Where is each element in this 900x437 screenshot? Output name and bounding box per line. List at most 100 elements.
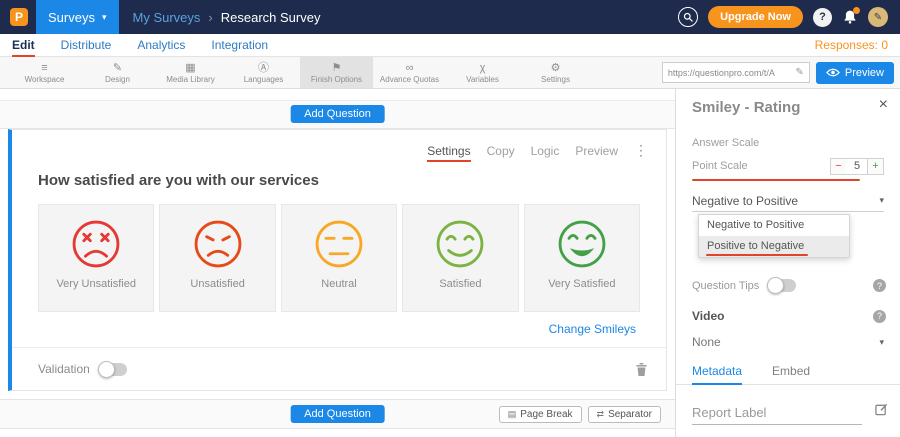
upgrade-now-button[interactable]: Upgrade Now — [708, 6, 803, 28]
change-smileys-link[interactable]: Change Smileys — [549, 322, 636, 336]
delete-question-button[interactable] — [635, 362, 648, 377]
scale-direction-selected: Negative to Positive — [692, 194, 798, 208]
video-help-icon[interactable]: ? — [873, 310, 886, 323]
canvas-divider — [0, 89, 675, 101]
point-scale-label: Point Scale — [692, 160, 748, 172]
edit-url-icon[interactable]: ✎ — [795, 67, 803, 78]
scale-direction-select[interactable]: Negative to Positive ▾ — [692, 190, 884, 212]
trash-icon — [635, 362, 648, 377]
edit-report-label-button[interactable] — [875, 403, 888, 416]
increase-scale-button[interactable]: + — [867, 158, 884, 175]
question-settings-panel: Smiley - Rating × Answer Scale Point Sca… — [676, 89, 900, 437]
search-button[interactable] — [678, 7, 698, 27]
toolbar-item-settings[interactable]: ⚙ Settings — [519, 57, 592, 88]
add-question-row-top: Add Question — [0, 101, 675, 129]
variables-icon: χ — [480, 62, 486, 74]
validation-toggle[interactable] — [100, 363, 127, 376]
tab-distribute[interactable]: Distribute — [61, 38, 112, 52]
video-select[interactable]: None ▾ — [692, 335, 884, 349]
option-positive-to-negative-label: Positive to Negative — [707, 240, 804, 252]
panel-tabs: Metadata Embed — [676, 361, 900, 385]
gear-icon: ⚙ — [551, 62, 561, 74]
smiley-option-very-satisfied[interactable]: Very Satisfied — [524, 204, 640, 312]
point-scale-highlight-underline — [692, 179, 860, 181]
point-scale-stepper: − 5 + — [830, 158, 884, 175]
toolbar-item-media-library[interactable]: ▦ Media Library — [154, 57, 227, 88]
page-break-icon: ▤ — [508, 409, 517, 420]
toolbar-right: ✎ Preview — [662, 57, 900, 88]
point-scale-row: Point Scale − 5 + — [692, 157, 884, 175]
toolbar-label: Variables — [466, 75, 499, 84]
decrease-scale-button[interactable]: − — [830, 158, 847, 175]
workspace-icon: ≡ — [41, 62, 47, 74]
help-button[interactable]: ? — [813, 8, 832, 27]
video-label: Video — [692, 309, 724, 323]
avatar[interactable]: ✎ — [868, 7, 888, 27]
toolbar-item-finish-options[interactable]: ⚑ Finish Options — [300, 57, 373, 88]
toolbar-item-design[interactable]: ✎ Design — [81, 57, 154, 88]
add-question-row-bottom: Add Question ▤ Page Break ⇄ Separator — [0, 399, 675, 429]
product-menu-button[interactable]: Surveys ▾ — [36, 0, 119, 34]
editor-toolbar: ≡ Workspace ✎ Design ▦ Media Library Ⓐ L… — [0, 57, 900, 89]
unsatisfied-smiley-icon — [192, 218, 244, 270]
answer-scale-label: Answer Scale — [692, 137, 759, 149]
separator-icon: ⇄ — [597, 409, 605, 420]
smiley-label: Satisfied — [439, 278, 481, 290]
toolbar-label: Media Library — [166, 75, 214, 84]
report-label-input[interactable] — [692, 401, 862, 424]
page-break-button[interactable]: ▤ Page Break — [499, 406, 582, 423]
notifications-button[interactable] — [842, 9, 858, 25]
question-title[interactable]: How satisfied are you with our services — [38, 172, 319, 189]
neutral-smiley-icon — [313, 218, 365, 270]
smiley-scale: Very Unsatisfied Unsatisfied — [38, 204, 640, 312]
tab-embed[interactable]: Embed — [772, 361, 810, 385]
scale-direction-dropdown: Negative to Positive Positive to Negativ… — [698, 214, 850, 258]
close-icon[interactable]: × — [879, 97, 888, 113]
tab-integration[interactable]: Integration — [211, 38, 268, 52]
dots-menu-icon[interactable]: ⋮ — [634, 142, 648, 159]
separator-button[interactable]: ⇄ Separator — [588, 406, 661, 423]
design-icon: ✎ — [113, 62, 122, 74]
tab-analytics[interactable]: Analytics — [137, 38, 185, 52]
notification-badge — [853, 7, 860, 14]
toolbar-item-advance-quotas[interactable]: ∞ Advance Quotas — [373, 57, 446, 88]
preview-button[interactable]: Preview — [816, 62, 894, 84]
question-tips-label: Question Tips — [692, 280, 759, 292]
chevron-down-icon: ▾ — [879, 337, 884, 348]
chevron-down-icon: ▾ — [879, 195, 884, 206]
breadcrumb-separator-icon: › — [208, 10, 212, 25]
question-menu-settings[interactable]: Settings — [427, 144, 470, 158]
question-tips-toggle[interactable] — [769, 279, 796, 292]
question-menu-preview[interactable]: Preview — [575, 144, 618, 158]
toolbar-item-workspace[interactable]: ≡ Workspace — [8, 57, 81, 88]
top-bar-actions: Upgrade Now ? ✎ — [678, 6, 900, 28]
question-menu-copy[interactable]: Copy — [487, 144, 515, 158]
question-menu: Settings Copy Logic Preview ⋮ — [427, 142, 648, 159]
fragment-buttons: ▤ Page Break ⇄ Separator — [499, 406, 661, 423]
tab-metadata[interactable]: Metadata — [692, 361, 742, 385]
toolbar-label: Design — [105, 75, 130, 84]
tab-edit[interactable]: Edit — [12, 38, 35, 52]
toolbar-item-variables[interactable]: χ Variables — [446, 57, 519, 88]
question-tips-help-icon[interactable]: ? — [873, 279, 886, 292]
option-negative-to-positive[interactable]: Negative to Positive — [699, 215, 849, 236]
question-tips-row: Question Tips ? — [692, 279, 886, 292]
questionpro-logo: P — [10, 8, 28, 26]
breadcrumb-current-survey: Research Survey — [221, 10, 321, 25]
option-positive-to-negative[interactable]: Positive to Negative — [699, 236, 849, 257]
responses-count[interactable]: Responses: 0 — [815, 38, 888, 52]
survey-url-input[interactable] — [668, 68, 792, 78]
languages-icon: Ⓐ — [258, 62, 269, 74]
toolbar-label: Settings — [541, 75, 570, 84]
smiley-option-unsatisfied[interactable]: Unsatisfied — [159, 204, 275, 312]
add-question-button-bottom[interactable]: Add Question — [290, 405, 385, 423]
breadcrumb-my-surveys[interactable]: My Surveys — [133, 10, 201, 25]
smiley-option-satisfied[interactable]: Satisfied — [402, 204, 518, 312]
video-row: Video ? — [692, 309, 886, 323]
question-menu-logic[interactable]: Logic — [531, 144, 560, 158]
tab-edit-underline — [12, 55, 35, 57]
smiley-option-neutral[interactable]: Neutral — [281, 204, 397, 312]
toolbar-item-languages[interactable]: Ⓐ Languages — [227, 57, 300, 88]
smiley-option-very-unsatisfied[interactable]: Very Unsatisfied — [38, 204, 154, 312]
add-question-button-top[interactable]: Add Question — [290, 105, 385, 123]
